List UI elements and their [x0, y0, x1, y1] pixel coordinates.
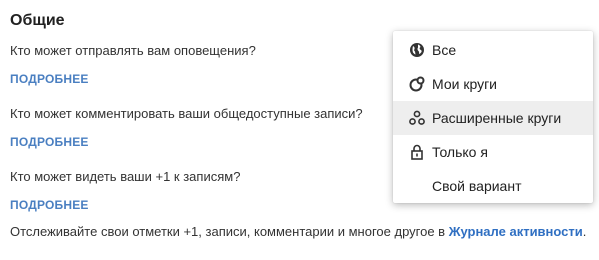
circles-icon [409, 76, 425, 92]
globe-icon [409, 42, 425, 58]
footer-end: . [582, 224, 587, 239]
activity-footer: Отслеживайте свои отметки +1, записи, ко… [10, 224, 586, 239]
menu-item-label: Все [432, 42, 457, 58]
menu-item-label: Свой вариант [432, 178, 522, 194]
notifications-question: Кто может отправлять вам оповещения? [10, 43, 256, 58]
menu-item-extended-circles[interactable]: Расширенные круги [393, 101, 593, 135]
lock-icon [409, 144, 425, 160]
menu-item-label: Только я [432, 144, 488, 160]
audience-dropdown-menu: Все Мои круги Расширенные круги Только я… [393, 31, 593, 203]
menu-item-all[interactable]: Все [393, 33, 593, 67]
plusones-question: Кто может видеть ваши +1 к записям? [10, 169, 241, 184]
menu-item-label: Расширенные круги [432, 110, 562, 126]
menu-item-custom[interactable]: Свой вариант [393, 169, 593, 203]
notifications-more-link[interactable]: ПОДРОБНЕЕ [10, 72, 89, 86]
section-title: Общие [10, 12, 65, 29]
comments-more-link[interactable]: ПОДРОБНЕЕ [10, 135, 89, 149]
extended-circles-icon [409, 110, 425, 126]
footer-text: Отслеживайте свои отметки +1, записи, ко… [10, 224, 449, 239]
menu-item-only-me[interactable]: Только я [393, 135, 593, 169]
activity-log-link[interactable]: Журнале активности [449, 224, 583, 239]
plusones-more-link[interactable]: ПОДРОБНЕЕ [10, 198, 89, 212]
menu-item-label: Мои круги [432, 76, 497, 92]
menu-item-my-circles[interactable]: Мои круги [393, 67, 593, 101]
comments-question: Кто может комментировать ваши общедоступ… [10, 106, 363, 121]
